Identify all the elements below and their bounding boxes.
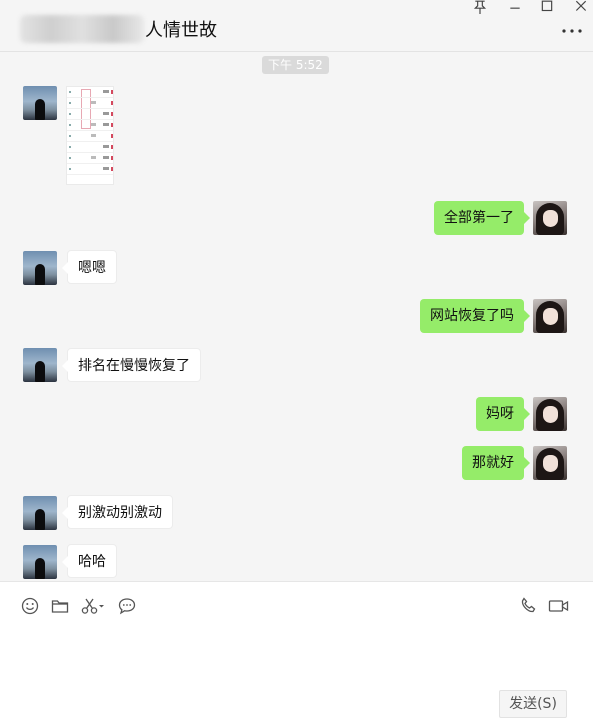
my-avatar[interactable] bbox=[533, 299, 567, 333]
message-composer[interactable]: 发送(S) bbox=[0, 581, 593, 722]
contact-name: 人情世故 bbox=[145, 20, 217, 41]
chat-history[interactable]: 下午 5:52 全部第一了 嗯嗯 网站恢复了吗 排名在慢慢恢复了 妈呀 那就好 … bbox=[0, 53, 593, 581]
contact-avatar[interactable] bbox=[23, 348, 57, 382]
received-message-bubble[interactable]: 排名在慢慢恢复了 bbox=[62, 348, 201, 382]
image-message-spreadsheet[interactable] bbox=[66, 86, 114, 185]
my-avatar[interactable] bbox=[533, 201, 567, 235]
phone-icon[interactable] bbox=[519, 596, 539, 616]
contact-avatar[interactable] bbox=[23, 496, 57, 530]
close-icon[interactable] bbox=[574, 0, 588, 14]
sent-message-bubble[interactable]: 妈呀 bbox=[476, 397, 530, 431]
contact-avatar[interactable] bbox=[23, 545, 57, 579]
emoji-icon[interactable] bbox=[20, 596, 40, 616]
received-message-bubble[interactable]: 哈哈 bbox=[62, 544, 117, 578]
chat-bubble-icon[interactable] bbox=[117, 596, 137, 616]
contact-avatar[interactable] bbox=[23, 86, 57, 120]
blurred-name-area bbox=[20, 15, 144, 43]
pin-icon[interactable] bbox=[473, 0, 487, 14]
video-icon[interactable] bbox=[548, 596, 570, 616]
my-avatar[interactable] bbox=[533, 446, 567, 480]
folder-icon[interactable] bbox=[50, 596, 70, 616]
received-message-bubble[interactable]: 嗯嗯 bbox=[62, 250, 117, 284]
sent-message-bubble[interactable]: 全部第一了 bbox=[434, 201, 530, 235]
chat-header: 人情世故 bbox=[0, 0, 593, 52]
timestamp: 下午 5:52 bbox=[262, 56, 329, 74]
more-dots-icon[interactable] bbox=[561, 28, 583, 34]
my-avatar[interactable] bbox=[533, 397, 567, 431]
sent-message-bubble[interactable]: 那就好 bbox=[462, 446, 530, 480]
maximize-icon[interactable] bbox=[540, 0, 554, 14]
received-message-bubble[interactable]: 别激动别激动 bbox=[62, 495, 173, 529]
scissors-icon[interactable] bbox=[80, 596, 106, 616]
contact-avatar[interactable] bbox=[23, 251, 57, 285]
sent-message-bubble[interactable]: 网站恢复了吗 bbox=[420, 299, 530, 333]
minimize-icon[interactable] bbox=[508, 0, 522, 14]
send-button[interactable]: 发送(S) bbox=[499, 690, 567, 718]
